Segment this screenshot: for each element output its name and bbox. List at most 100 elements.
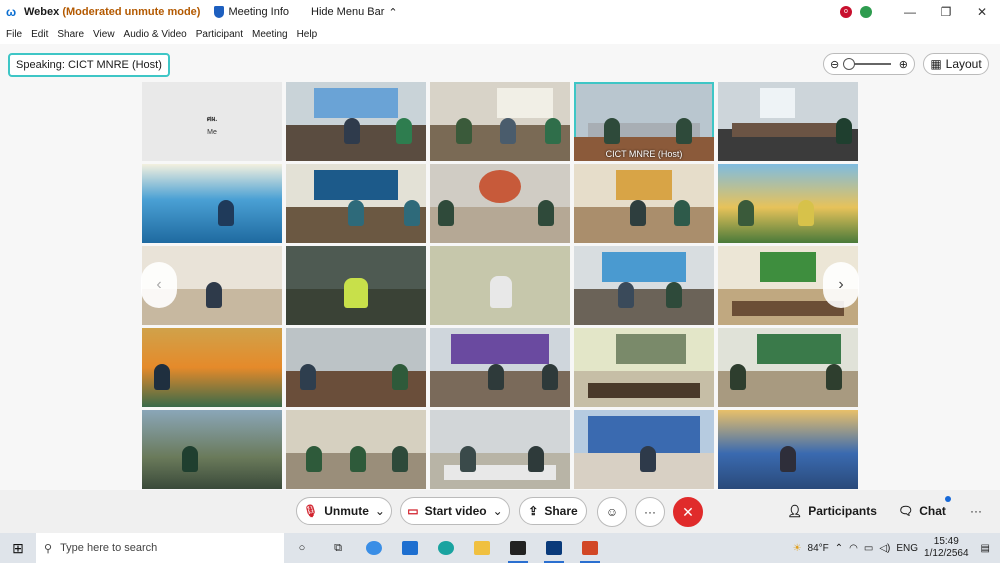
menu-edit[interactable]: Edit bbox=[31, 29, 48, 40]
participant-figure bbox=[350, 445, 366, 472]
clock[interactable]: 15:49 1/12/2564 bbox=[924, 536, 969, 560]
mail-icon[interactable] bbox=[392, 533, 428, 563]
participant-figure bbox=[538, 199, 554, 226]
volume-icon[interactable]: ◁) bbox=[879, 543, 890, 554]
participant-figure bbox=[604, 117, 620, 144]
person-icon: 👤︎ bbox=[787, 504, 803, 518]
internet-explorer-icon[interactable] bbox=[356, 533, 392, 563]
menu-file[interactable]: File bbox=[6, 29, 22, 40]
zoom-slider-handle[interactable] bbox=[843, 58, 855, 70]
video-tile[interactable] bbox=[286, 246, 426, 325]
participant-figure bbox=[640, 445, 656, 472]
close-icon: ✕ bbox=[682, 503, 694, 520]
video-tile[interactable] bbox=[142, 164, 282, 243]
network-stats-icon[interactable] bbox=[860, 6, 872, 18]
task-view-icon[interactable]: ⧉ bbox=[320, 533, 356, 563]
unmute-button[interactable]: 🎙︎ Unmute ⌄ bbox=[296, 497, 392, 525]
hide-menu-bar-button[interactable]: Hide Menu Bar ⌃ bbox=[311, 6, 398, 19]
video-tile-host[interactable]: CICT MNRE (Host) bbox=[574, 82, 714, 161]
cortana-icon[interactable]: ○ bbox=[284, 533, 320, 563]
video-tile[interactable] bbox=[718, 164, 858, 243]
chat-button[interactable]: 🗨︎ Chat bbox=[898, 504, 946, 518]
menu-meeting[interactable]: Meeting bbox=[252, 29, 288, 40]
video-tile[interactable] bbox=[574, 410, 714, 489]
zoom-out-icon[interactable]: ⊖ bbox=[830, 58, 839, 71]
share-button[interactable]: ⇪ Share bbox=[519, 497, 587, 525]
microphone-muted-icon: 🎙︎ bbox=[303, 504, 319, 518]
file-explorer-icon[interactable] bbox=[464, 533, 500, 563]
video-tile[interactable] bbox=[142, 328, 282, 407]
start-video-button[interactable]: ▭ Start video ⌄ bbox=[400, 497, 510, 525]
windows-start-icon[interactable]: ⊞ bbox=[0, 540, 36, 557]
reactions-button[interactable]: ☺ bbox=[597, 497, 627, 527]
video-tile[interactable] bbox=[286, 328, 426, 407]
menu-participant[interactable]: Participant bbox=[196, 29, 243, 40]
menu-help[interactable]: Help bbox=[297, 29, 318, 40]
video-tile[interactable] bbox=[430, 82, 570, 161]
chevron-down-icon[interactable]: ⌄ bbox=[375, 504, 385, 518]
video-tile[interactable] bbox=[430, 410, 570, 489]
video-tile-me[interactable]: ศผ. Me bbox=[142, 82, 282, 161]
video-grid: ศผ. Me CICT MNRE (Host) bbox=[142, 82, 858, 489]
restore-button[interactable]: ❐ bbox=[928, 5, 964, 19]
wifi-icon[interactable]: ◠ bbox=[849, 543, 858, 554]
zoom-slider[interactable] bbox=[843, 58, 891, 70]
video-tile[interactable] bbox=[430, 246, 570, 325]
participant-figure bbox=[528, 445, 544, 472]
system-tray: ☀ 84°F ⌃ ◠ ▭ ◁) ENG 15:49 1/12/2564 ▤ bbox=[793, 533, 1000, 563]
layout-grid-icon: ▦ bbox=[930, 57, 942, 71]
participant-figure bbox=[460, 445, 476, 472]
edge-browser-icon[interactable] bbox=[428, 533, 464, 563]
video-tile[interactable] bbox=[286, 82, 426, 161]
more-options-button[interactable]: ··· bbox=[635, 497, 665, 527]
video-tile[interactable] bbox=[430, 328, 570, 407]
close-button[interactable]: ✕ bbox=[964, 5, 1000, 19]
zoom-in-icon[interactable]: ⊕ bbox=[899, 58, 908, 71]
recording-icon[interactable]: o bbox=[840, 6, 852, 18]
participant-figure bbox=[306, 445, 322, 472]
search-icon: ⚲ bbox=[44, 542, 53, 555]
chevron-left-icon: ‹ bbox=[156, 276, 162, 293]
menu-share[interactable]: Share bbox=[57, 29, 84, 40]
input-language[interactable]: ENG bbox=[896, 543, 918, 554]
video-tile[interactable] bbox=[718, 410, 858, 489]
video-tile[interactable] bbox=[142, 410, 282, 489]
backdrop-poster bbox=[760, 252, 816, 283]
leave-meeting-button[interactable]: ✕ bbox=[673, 497, 703, 527]
temperature[interactable]: 84°F bbox=[808, 543, 829, 554]
chevron-up-icon[interactable]: ⌃ bbox=[835, 543, 843, 554]
chat-bubble-icon: 🗨︎ bbox=[898, 504, 914, 518]
video-tile[interactable] bbox=[574, 246, 714, 325]
video-tile[interactable] bbox=[718, 328, 858, 407]
participants-button[interactable]: 👤︎ Participants bbox=[787, 504, 877, 518]
chevron-down-icon[interactable]: ⌄ bbox=[493, 504, 503, 518]
weather-icon[interactable]: ☀ bbox=[793, 543, 802, 554]
video-tile[interactable] bbox=[574, 328, 714, 407]
menu-view[interactable]: View bbox=[93, 29, 115, 40]
panel-options-button[interactable]: ··· bbox=[970, 504, 982, 518]
video-tile[interactable] bbox=[718, 82, 858, 161]
previous-page-button[interactable]: ‹ bbox=[141, 262, 177, 308]
video-tile[interactable] bbox=[286, 164, 426, 243]
battery-icon[interactable]: ▭ bbox=[864, 543, 873, 554]
taskbar-search-input[interactable]: ⚲ Type here to search bbox=[36, 533, 284, 563]
webex-meeting-taskbar-icon[interactable] bbox=[536, 533, 572, 563]
zoom-control[interactable]: ⊖ ⊕ bbox=[823, 53, 915, 75]
powerpoint-icon[interactable] bbox=[572, 533, 608, 563]
window-controls: o — ❐ ✕ bbox=[840, 0, 1000, 24]
meeting-info-button[interactable]: Meeting Info bbox=[214, 6, 289, 18]
participant-figure bbox=[396, 117, 412, 144]
shield-icon bbox=[214, 6, 225, 18]
next-page-button[interactable]: › bbox=[823, 262, 859, 308]
video-tile[interactable] bbox=[286, 410, 426, 489]
layout-button[interactable]: ▦ Layout bbox=[923, 53, 989, 75]
menu-audio-video[interactable]: Audio & Video bbox=[124, 29, 187, 40]
participant-figure bbox=[836, 117, 852, 144]
webex-taskbar-icon[interactable] bbox=[500, 533, 536, 563]
notification-icon[interactable]: ▤ bbox=[981, 543, 990, 554]
video-tile[interactable] bbox=[574, 164, 714, 243]
participant-figure bbox=[154, 363, 170, 390]
participant-figure bbox=[826, 363, 842, 390]
video-tile[interactable] bbox=[430, 164, 570, 243]
minimize-button[interactable]: — bbox=[892, 5, 928, 19]
